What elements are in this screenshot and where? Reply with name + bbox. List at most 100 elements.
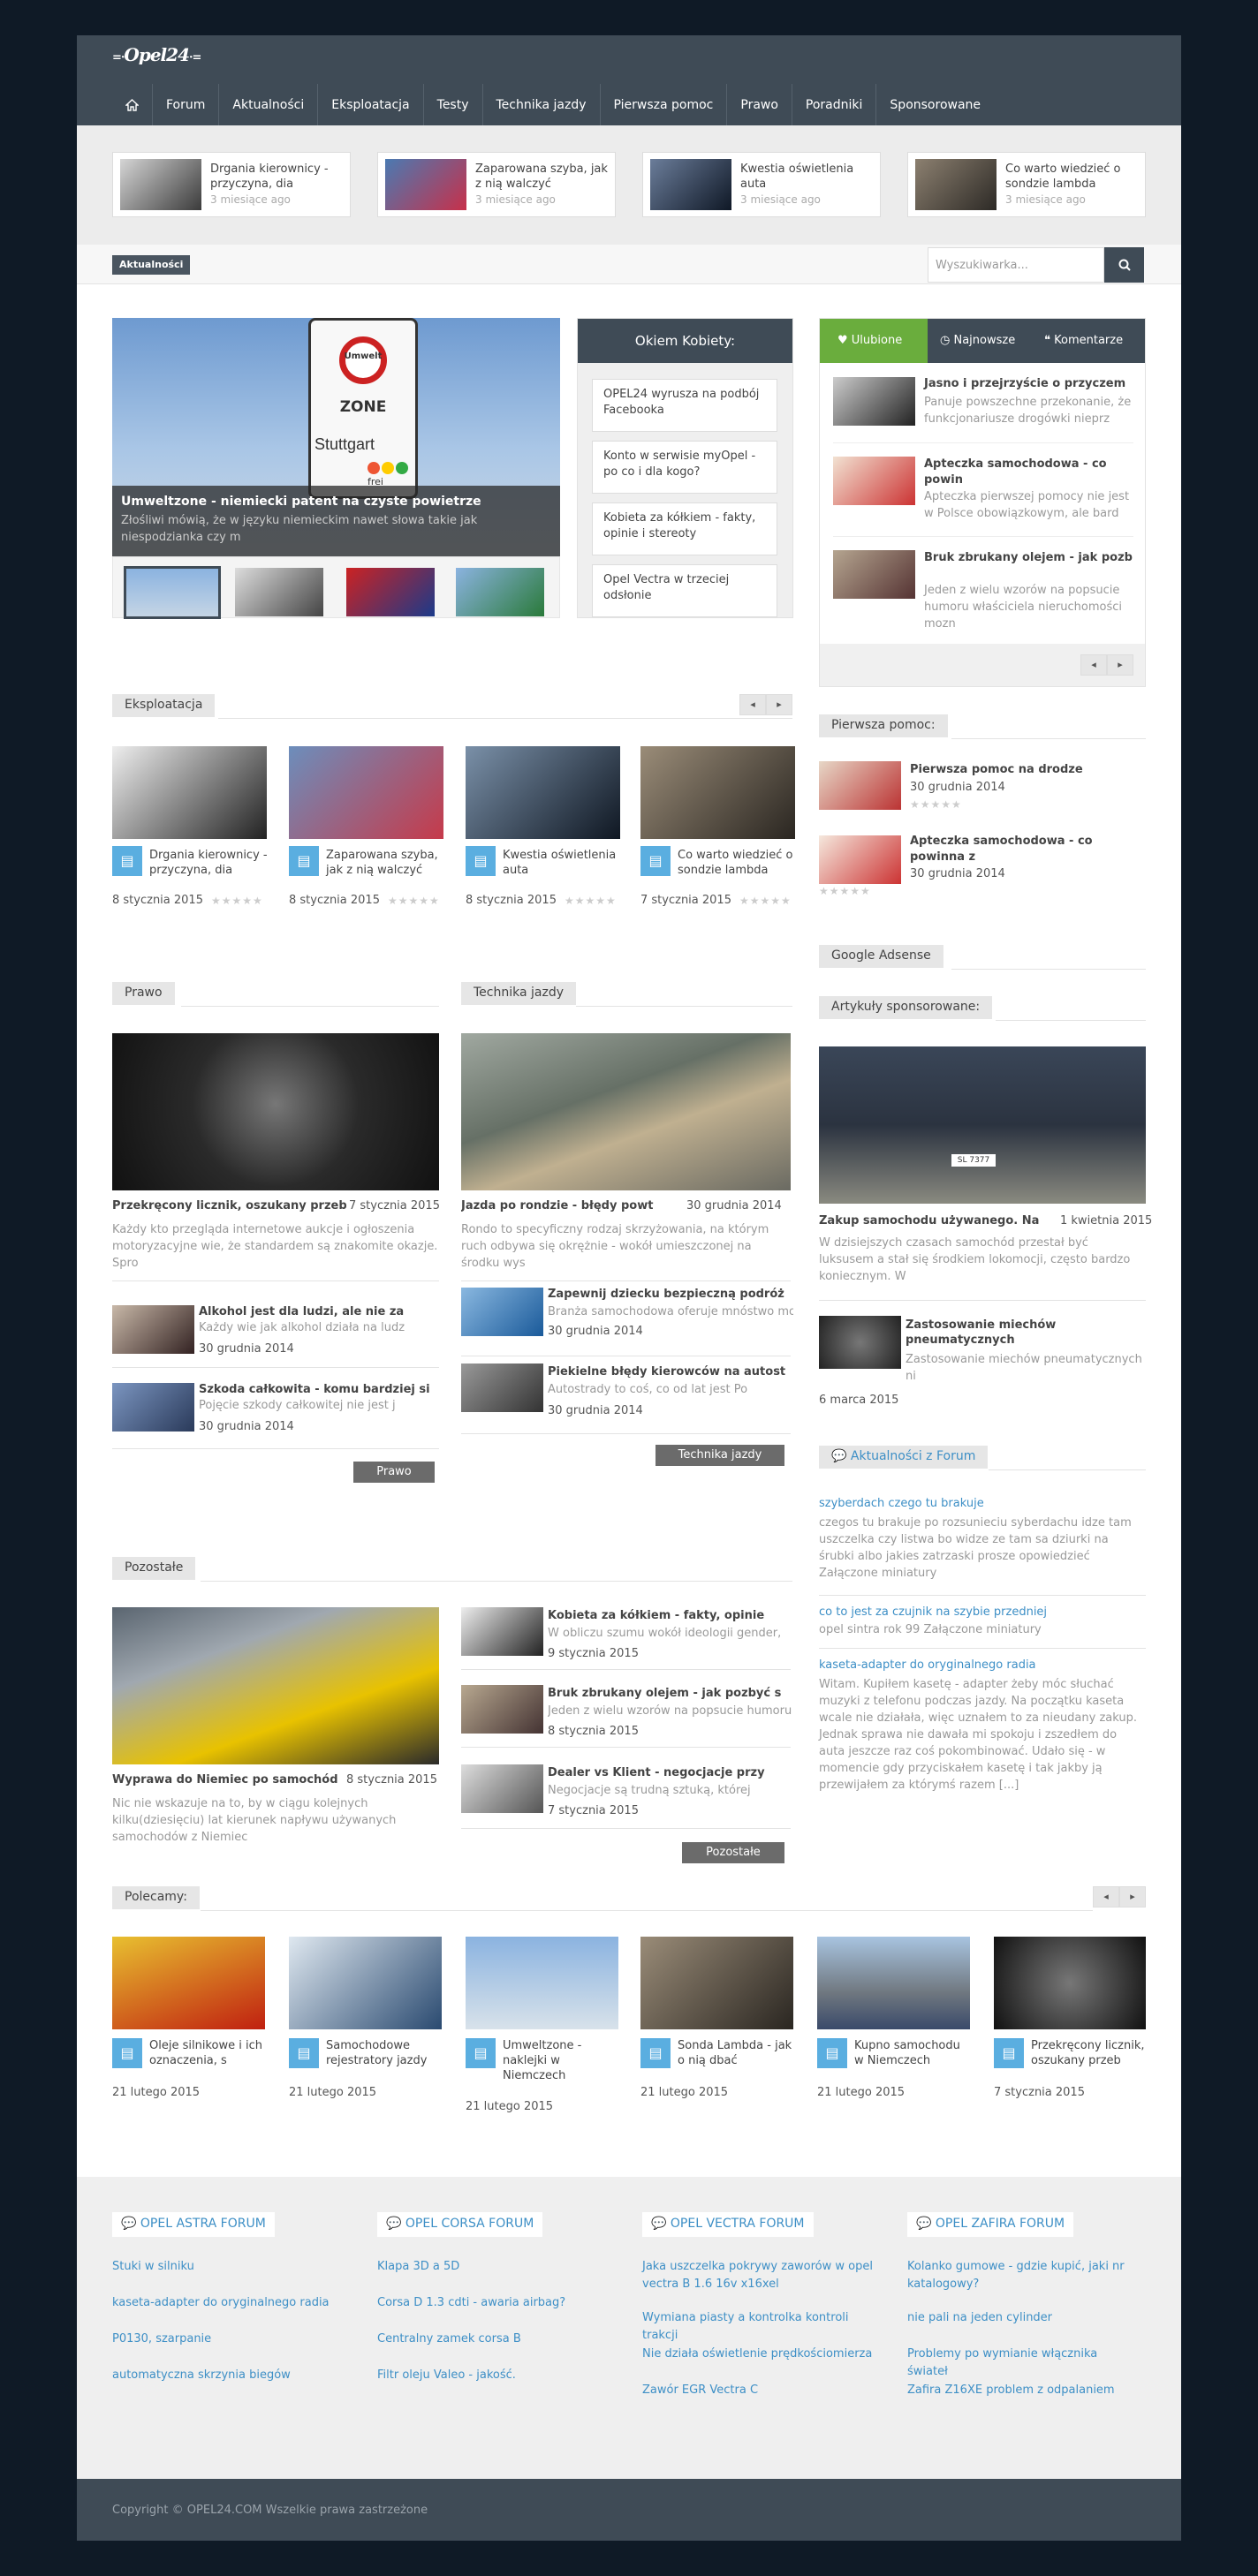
featured-slider[interactable]: Umwelt ZONE Stuttgart frei Umweltzone - … [112, 318, 560, 556]
top-post[interactable]: Drgania kierownicy - przyczyna, dia 3 mi… [112, 152, 351, 217]
slider-thumb[interactable] [456, 568, 544, 616]
arrow-left-icon[interactable]: ◂ [1080, 654, 1107, 676]
footer-link[interactable]: Zafira Z16XE problem z odpalaniem [907, 2382, 1137, 2399]
section-label-adsense: Google Adsense [819, 945, 944, 968]
footer-link[interactable]: Klapa 3D a 5D [377, 2258, 459, 2276]
footer-link[interactable]: Nie działa oświetlenie prędkościomierza [642, 2346, 881, 2363]
prawo-main-title[interactable]: Przekręcony licznik, oszukany przeb [112, 1199, 351, 1212]
slider-caption: Umweltzone - niemiecki patent na czyste … [112, 486, 560, 556]
prawo-main-image[interactable] [112, 1033, 439, 1190]
footer-link[interactable]: Corsa D 1.3 cdti - awaria airbag? [377, 2294, 565, 2312]
footer-link[interactable]: Filtr oleju Valeo - jakość. [377, 2367, 516, 2384]
okiem-item[interactable]: Kobieta za kółkiem - fakty, opinie i ste… [592, 502, 777, 555]
pozostale-main-image[interactable] [112, 1607, 439, 1764]
footer-heading-text: OPEL ASTRA FORUM [140, 2217, 266, 2231]
tab-komentarze[interactable]: ❝ Komentarze [1035, 319, 1145, 363]
sponsored-title[interactable]: Zakup samochodu używanego. Na [819, 1214, 1062, 1228]
prawo-more-button[interactable]: Prawo [353, 1462, 435, 1483]
tab-item-thumbnail[interactable] [833, 377, 915, 426]
tab-item-title[interactable]: Bruk zbrukany olejem - jak pozb [924, 550, 1136, 566]
footer-link[interactable]: kaseta-adapter do oryginalnego radia [112, 2294, 330, 2312]
pozostale-more-button[interactable]: Pozostałe [682, 1842, 784, 1863]
section-label-prawo[interactable]: Prawo [112, 982, 175, 1005]
tab-ulubione[interactable]: ♥ Ulubione [820, 319, 928, 363]
footer-link[interactable]: Kolanko gumowe - gdzie kupić, jaki nr ka… [907, 2258, 1137, 2293]
footer-link[interactable]: Centralny zamek corsa B [377, 2330, 521, 2348]
item-text: Każdy wie jak alkohol działa na ludz [199, 1321, 405, 1334]
tab-item-thumbnail[interactable] [833, 550, 915, 599]
forum-news-link[interactable]: co to jest za czujnik na szybie przednie… [819, 1605, 1047, 1619]
top-post[interactable]: Kwestia oświetlenia auta 3 miesiące ago [642, 152, 881, 217]
footer-link[interactable]: Zawór EGR Vectra C [642, 2382, 881, 2399]
nav-poradniki[interactable]: Poradniki [792, 84, 877, 125]
card-title: Drgania kierownicy - przyczyna, dia [149, 849, 268, 877]
item-title: Alkohol jest dla ludzi, ale nie za [199, 1305, 405, 1318]
okiem-item[interactable]: Opel Vectra w trzeciej odsłonie [592, 564, 777, 617]
footer-link[interactable]: Wymiana piasty a kontrolka kontroli trak… [642, 2309, 881, 2345]
nav-aktualnosci[interactable]: Aktualności [219, 84, 319, 125]
footer-heading-zafira[interactable]: 💬 OPEL ZAFIRA FORUM [907, 2212, 1074, 2237]
sponsored-title[interactable]: Zastosowanie miechów pneumatycznych [906, 1318, 1144, 1348]
section-label-pozostale[interactable]: Pozostałe [112, 1557, 196, 1580]
footer-link[interactable]: P0130, szarpanie [112, 2330, 211, 2348]
section-label-eksploatacja[interactable]: Eksploatacja [112, 694, 216, 717]
slider-title: Umweltzone - niemiecki patent na czyste … [121, 495, 481, 509]
sponsored-thumbnail[interactable] [819, 1316, 901, 1369]
nav-pierwsza-pomoc[interactable]: Pierwsza pomoc [601, 84, 728, 125]
forum-news-link[interactable]: kaseta-adapter do oryginalnego radia [819, 1658, 1036, 1672]
section-label-technika-jazdy[interactable]: Technika jazdy [461, 982, 576, 1005]
footer-link[interactable]: nie pali na jeden cylinder [907, 2309, 1137, 2327]
divider [819, 1300, 1146, 1301]
arrow-right-icon[interactable]: ▸ [1119, 1886, 1146, 1907]
footer: 💬 OPEL ASTRA FORUM Stuki w silniku kaset… [77, 2177, 1181, 2479]
top-post[interactable]: Co warto wiedzieć o sondzie lambda 3 mie… [907, 152, 1146, 217]
top-post[interactable]: Zaparowana szyba, jak z nią walczyć 3 mi… [377, 152, 616, 217]
footer-heading-corsa[interactable]: 💬 OPEL CORSA FORUM [377, 2212, 543, 2237]
item-title: Zapewnij dziecku bezpieczną podróż [548, 1288, 784, 1301]
sponsored-text: W dzisiejszych czasach samochód przestał… [819, 1236, 1131, 1283]
site-logo[interactable]: =·Opel24·= [112, 44, 201, 65]
rating-stars-icon: ★★★★★ [211, 895, 263, 907]
nav-forum[interactable]: Forum [153, 84, 220, 125]
card-title: Przekręcony licznik, oszukany przeb [1031, 2039, 1145, 2067]
tab-item-thumbnail[interactable] [833, 457, 915, 505]
slider-thumb[interactable] [235, 568, 323, 616]
footer-link[interactable]: Problemy po wymianie włącznika świateł [907, 2346, 1137, 2381]
pozostale-main-title[interactable]: Wyprawa do Niemiec po samochód [112, 1773, 351, 1787]
nav-sponsorowane[interactable]: Sponsorowane [876, 84, 994, 125]
footer-link[interactable]: Jaka uszczelka pokrywy zaworów w opel ve… [642, 2258, 881, 2293]
footer-link[interactable]: automatyczna skrzynia biegów [112, 2367, 291, 2384]
okiem-item[interactable]: OPEL24 wyrusza na podbój Facebooka [592, 379, 777, 432]
arrow-right-icon[interactable]: ▸ [1107, 654, 1133, 676]
card-date: 21 lutego 2015 [289, 2086, 377, 2099]
footer-link[interactable]: Stuki w silniku [112, 2258, 194, 2276]
rating-stars-icon: ★★★★★ [565, 895, 617, 907]
nav-technika-jazdy[interactable]: Technika jazdy [483, 84, 601, 125]
search-input[interactable]: Wyszukiwarka... [928, 247, 1104, 283]
technika-more-button[interactable]: Technika jazdy [656, 1445, 784, 1466]
footer-heading-vectra[interactable]: 💬 OPEL VECTRA FORUM [642, 2212, 814, 2237]
okiem-item[interactable]: Konto w serwisie myOpel - po co i dla ko… [592, 441, 777, 494]
divider [461, 1828, 791, 1829]
nav-prawo[interactable]: Prawo [727, 84, 792, 125]
forum-news-link[interactable]: szyberdach czego tu brakuje [819, 1497, 984, 1510]
arrow-left-icon[interactable]: ◂ [1093, 1886, 1119, 1907]
slider-thumb-active[interactable] [124, 566, 221, 619]
search-button[interactable] [1104, 247, 1144, 283]
footer-heading-astra[interactable]: 💬 OPEL ASTRA FORUM [112, 2212, 275, 2237]
technika-main-image[interactable] [461, 1033, 791, 1190]
slider-thumb[interactable] [346, 568, 435, 616]
nav-home[interactable] [112, 84, 153, 125]
tab-item-title[interactable]: Jasno i przejrzyście o przyczem [924, 377, 1136, 390]
tab-najnowsze[interactable]: ◷ Najnowsze [928, 319, 1035, 363]
nav-eksploatacja[interactable]: Eksploatacja [318, 84, 424, 125]
nav-testy[interactable]: Testy [424, 84, 483, 125]
sponsored-image[interactable]: SL 7377 [819, 1046, 1146, 1204]
section-label-pierwsza-pomoc[interactable]: Pierwsza pomoc: [819, 714, 948, 737]
arrow-left-icon[interactable]: ◂ [739, 694, 766, 715]
technika-main-title[interactable]: Jazda po rondzie - błędy powt [461, 1199, 673, 1212]
arrow-right-icon[interactable]: ▸ [766, 694, 792, 715]
article-icon: ▤ [112, 2038, 142, 2068]
top-post-title: Co warto wiedzieć o sondzie lambda [1005, 162, 1121, 191]
tab-item-title[interactable]: Apteczka samochodowa - co powin [924, 457, 1136, 488]
